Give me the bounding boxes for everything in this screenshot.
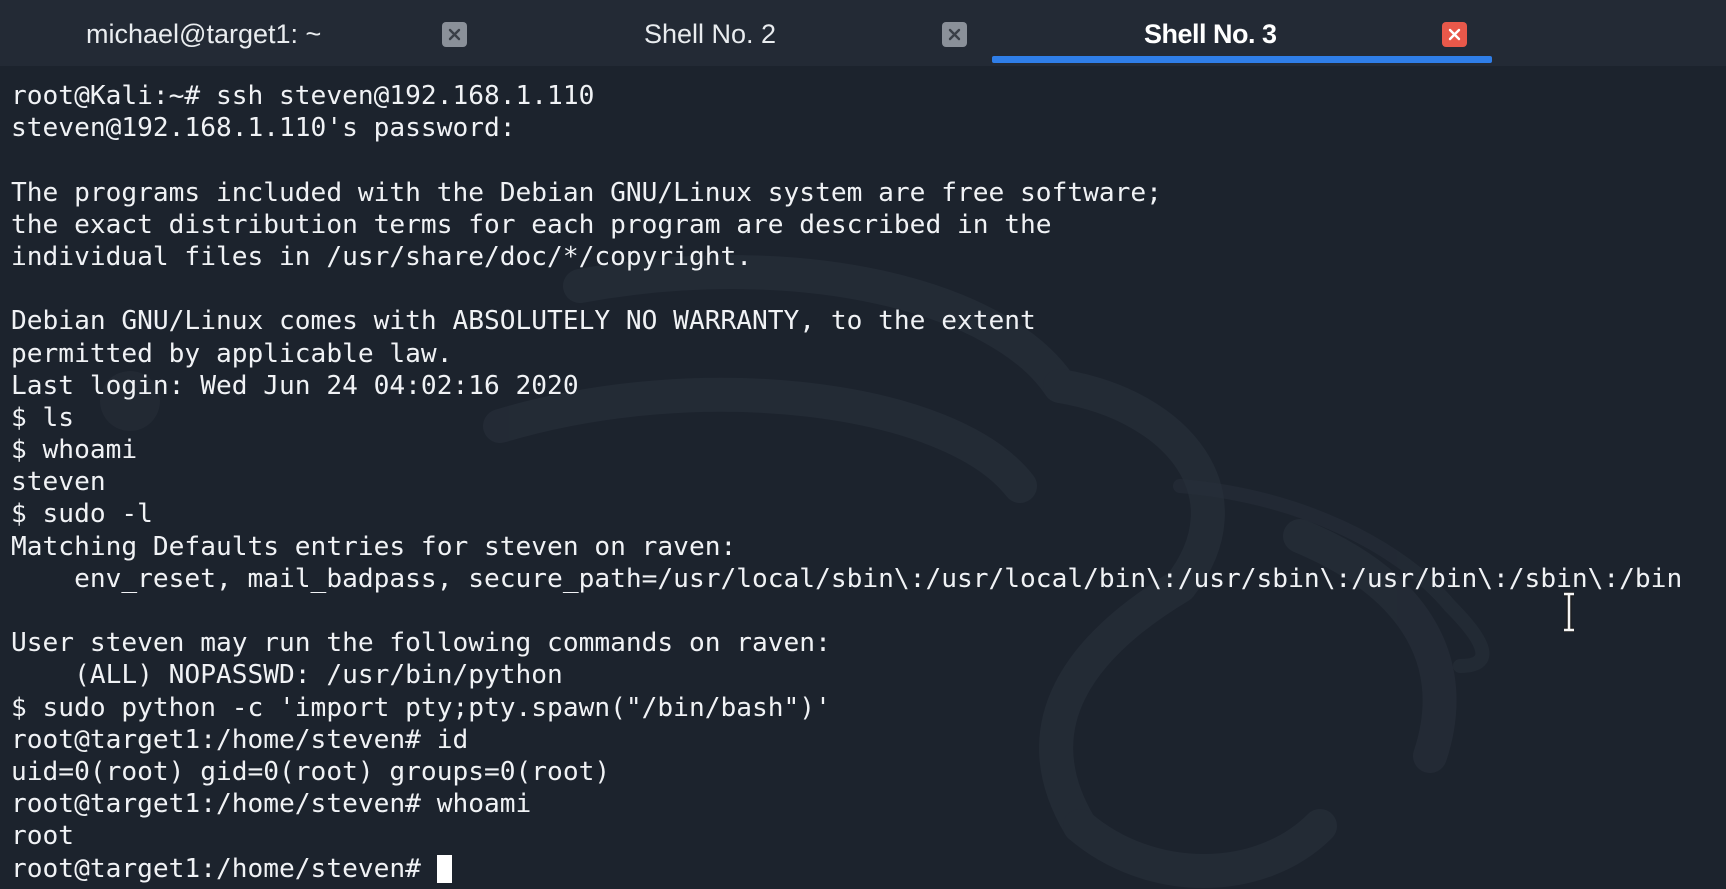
- tab-shell-3[interactable]: Shell No. 3: [990, 0, 1492, 66]
- terminal-line: root@target1:/home/steven# whoami: [11, 789, 532, 820]
- tab-label: Shell No. 3: [1144, 19, 1277, 49]
- close-icon[interactable]: [1442, 22, 1467, 47]
- terminal-line: steven@192.168.1.110's password:: [11, 113, 516, 144]
- terminal-line: Last login: Wed Jun 24 04:02:16 2020: [11, 370, 579, 401]
- active-tab-indicator: [992, 56, 1492, 63]
- terminal-text: root@Kali:~# ssh steven@192.168.1.110 st…: [11, 80, 1682, 885]
- terminal-line: the exact distribution terms for each pr…: [11, 209, 1052, 240]
- tab-label: michael@target1: ~: [86, 19, 322, 49]
- terminal-line: permitted by applicable law.: [11, 338, 453, 369]
- text-cursor: [436, 855, 452, 883]
- terminal-line: $ sudo python -c 'import pty;pty.spawn("…: [11, 692, 831, 723]
- tab-michael-target1[interactable]: michael@target1: ~: [0, 0, 480, 66]
- terminal-prompt: root@target1:/home/steven#: [11, 853, 437, 884]
- terminal-line: $ whoami: [11, 435, 138, 466]
- tab-shell-2[interactable]: Shell No. 2: [480, 0, 980, 66]
- terminal-line: root@target1:/home/steven# id: [11, 724, 469, 755]
- terminal-prompt-line[interactable]: root@target1:/home/steven#: [11, 853, 1682, 885]
- tab-bar: michael@target1: ~ Shell No. 2 Shell No.…: [0, 0, 1726, 66]
- terminal-line: $ ls: [11, 402, 75, 433]
- terminal-line: individual files in /usr/share/doc/*/cop…: [11, 241, 753, 272]
- terminal-line: root: [11, 821, 75, 852]
- terminal-output-area[interactable]: root@Kali:~# ssh steven@192.168.1.110 st…: [0, 66, 1726, 889]
- terminal-line: The programs included with the Debian GN…: [11, 177, 1162, 208]
- close-icon[interactable]: [942, 22, 967, 47]
- terminal-line: $ sudo -l: [11, 499, 153, 530]
- terminal-line: (ALL) NOPASSWD: /usr/bin/python: [11, 660, 563, 691]
- terminal-line: Matching Defaults entries for steven on …: [11, 531, 737, 562]
- terminal-line: uid=0(root) gid=0(root) groups=0(root): [11, 756, 611, 787]
- terminal-line: env_reset, mail_badpass, secure_path=/us…: [11, 563, 1683, 594]
- tab-label: Shell No. 2: [644, 19, 777, 49]
- terminal-line: steven: [11, 467, 106, 498]
- close-icon[interactable]: [442, 22, 467, 47]
- mouse-ibeam-cursor-icon: [1564, 592, 1574, 632]
- terminal-line: User steven may run the following comman…: [11, 628, 831, 659]
- terminal-line: Debian GNU/Linux comes with ABSOLUTELY N…: [11, 306, 1036, 337]
- terminal-line: root@Kali:~# ssh steven@192.168.1.110: [11, 81, 595, 111]
